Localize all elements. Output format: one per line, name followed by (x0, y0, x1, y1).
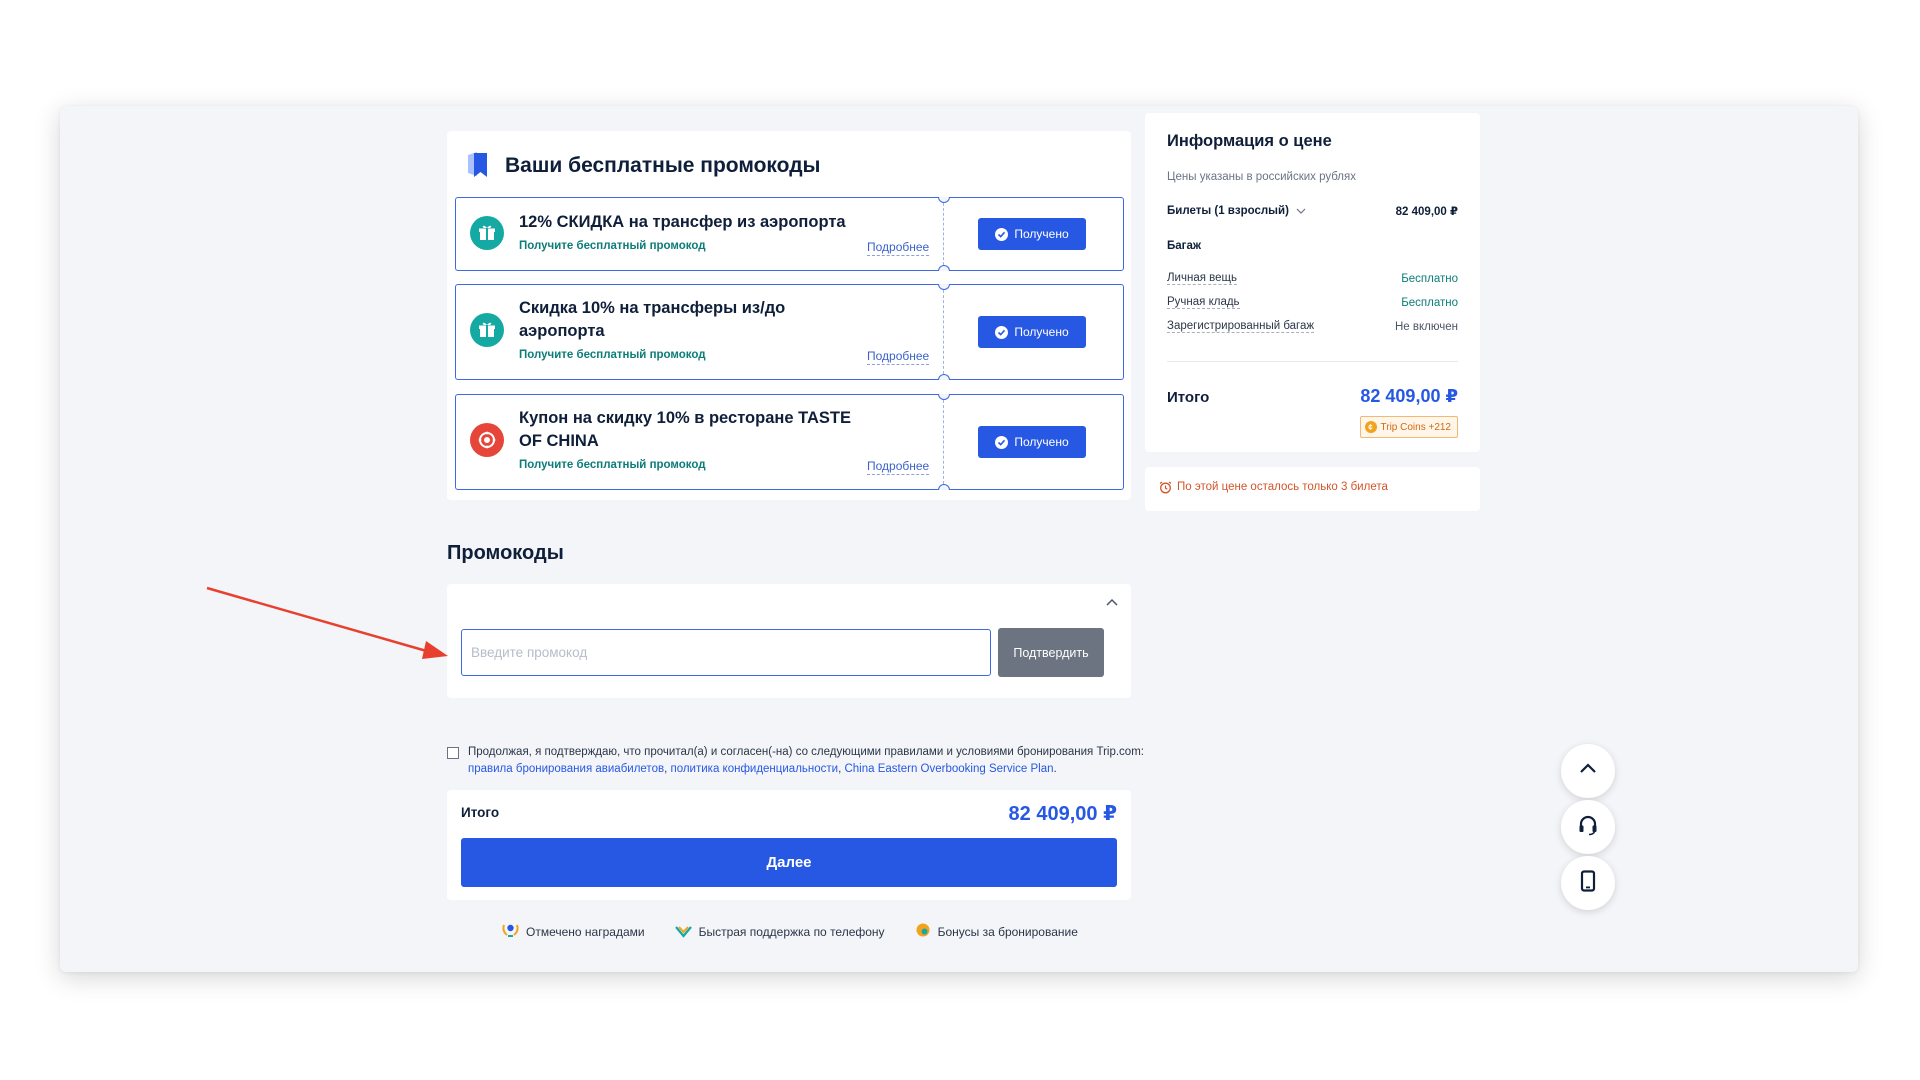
coupon-card: 12% СКИДКА на трансфер из аэропорта Полу… (455, 197, 1124, 271)
coin-icon: ¢ (1364, 421, 1377, 433)
coupon-notch (938, 374, 950, 380)
coin-icon (915, 922, 931, 941)
badge-label: Отмечено наградами (526, 924, 645, 939)
baggage-label[interactable]: Зарегистрированный багаж (1167, 320, 1315, 333)
terms-agreement: Продолжая, я подтверждаю, что прочитал(а… (447, 744, 1147, 778)
headset-icon (1576, 813, 1600, 842)
coupon-notch (938, 284, 950, 290)
tickets-value: 82 409,00 ₽ (1395, 206, 1458, 218)
coupon-title: 12% СКИДКА на трансфер из аэропорта (519, 213, 846, 231)
customer-support-button[interactable] (1561, 800, 1615, 854)
coupon-notch (938, 265, 950, 271)
coupon-received-button[interactable]: Получено (978, 218, 1086, 250)
restaurant-icon (470, 423, 504, 457)
coupon-more-link[interactable]: Подробнее (867, 349, 930, 365)
coupon-notch (938, 394, 950, 400)
heart-check-icon (674, 923, 692, 941)
promo-title-row: Ваши бесплатные промокоды (465, 150, 820, 182)
privacy-policy-link[interactable]: политика конфиденциальности (670, 763, 838, 775)
total-value: 82 409,00 ₽ (1008, 803, 1117, 825)
coupon-received-label: Получено (1014, 435, 1069, 449)
price-currency-note: Цены указаны в российских рублях (1167, 171, 1356, 183)
check-icon (995, 227, 1009, 241)
divider (1167, 361, 1458, 362)
baggage-label[interactable]: Ручная кладь (1167, 296, 1240, 309)
tickets-row[interactable]: Билеты (1 взрослый) 82 409,00 ₽ (1167, 204, 1458, 218)
badge-award: Отмечено наградами (502, 922, 645, 941)
tickets-toggle[interactable]: Билеты (1 взрослый) (1167, 205, 1306, 217)
coupon-subtitle: Получите бесплатный промокод (519, 240, 706, 252)
coupon-received-button[interactable]: Получено (978, 316, 1086, 348)
mobile-phone-icon (1578, 869, 1598, 897)
price-total-value: 82 409,00 ₽ (1360, 386, 1458, 406)
baggage-label[interactable]: Личная вещь (1167, 272, 1237, 285)
promo-input-card: Подтвердить (447, 584, 1131, 698)
baggage-value: Бесплатно (1401, 272, 1458, 285)
baggage-title: Багаж (1167, 240, 1458, 252)
mobile-app-button[interactable] (1561, 856, 1615, 910)
coupon-divider (943, 395, 944, 489)
baggage-title-label: Багаж (1167, 240, 1202, 252)
coupon-title: Купон на скидку 10% в ресторане TASTE OF… (519, 409, 851, 450)
promo-codes-title: Промокоды (447, 542, 564, 564)
trip-coins-label: Trip Coins +212 (1380, 421, 1452, 433)
trip-coins-badge: ¢ Trip Coins +212 (1359, 416, 1458, 438)
booking-window: Ваши бесплатные промокоды 12% СКИДКА на … (60, 106, 1858, 972)
confirm-promo-button[interactable]: Подтвердить (998, 628, 1104, 677)
low-availability-notice: По этой цене осталось только 3 билета (1145, 467, 1480, 511)
baggage-row: Личная вещь Бесплатно (1167, 272, 1458, 285)
baggage-row: Ручная кладь Бесплатно (1167, 296, 1458, 309)
baggage-value: Бесплатно (1401, 296, 1458, 309)
promo-code-input[interactable] (461, 629, 991, 676)
coupon-card: Скидка 10% на трансферы из/до аэропорта … (455, 284, 1124, 380)
chevron-down-icon (1296, 205, 1306, 217)
price-info-title: Информация о цене (1167, 132, 1332, 150)
tickets-label: Билеты (1 взрослый) (1167, 205, 1289, 217)
badge-bonus: Бонусы за бронирование (915, 922, 1078, 941)
award-icon (502, 922, 519, 941)
terms-checkbox[interactable] (447, 747, 459, 759)
chevron-up-icon[interactable] (1103, 594, 1121, 612)
booking-rules-link[interactable]: правила бронирования авиабилетов (468, 763, 664, 775)
coupon-subtitle: Получите бесплатный промокод (519, 459, 706, 471)
badge-label: Быстрая поддержка по телефону (698, 924, 885, 939)
gift-icon (470, 313, 504, 347)
gift-icon (470, 216, 504, 250)
terms-text: Продолжая, я подтверждаю, что прочитал(а… (468, 746, 1144, 758)
coupon-notch (938, 484, 950, 490)
coupon-more-link[interactable]: Подробнее (867, 240, 930, 256)
price-info-card: Информация о цене Цены указаны в российс… (1145, 113, 1480, 452)
low-availability-text: По этой цене осталось только 3 билета (1177, 481, 1388, 493)
baggage-value: Не включен (1395, 320, 1458, 333)
terms-end: . (1053, 763, 1057, 775)
badge-label: Бонусы за бронирование (937, 924, 1078, 939)
price-total-label: Итого (1167, 389, 1210, 406)
total-label: Итого (461, 805, 500, 820)
coupon-notch (938, 197, 950, 203)
trust-badges: Отмечено наградами Быстрая поддержка по … (502, 922, 1078, 941)
free-promo-title: Ваши бесплатные промокоды (505, 154, 821, 177)
free-promo-codes-card: Ваши бесплатные промокоды 12% СКИДКА на … (447, 131, 1131, 500)
next-button[interactable]: Далее (461, 838, 1117, 887)
badge-support: Быстрая поддержка по телефону (674, 922, 885, 941)
coupon-received-button[interactable]: Получено (978, 426, 1086, 458)
check-icon (995, 435, 1009, 449)
coupon-received-label: Получено (1014, 325, 1069, 339)
coupon-divider (943, 198, 944, 270)
coupon-card: Купон на скидку 10% в ресторане TASTE OF… (455, 394, 1124, 490)
ticket-icon (465, 149, 493, 184)
chevron-up-icon (1577, 758, 1599, 785)
coupon-subtitle: Получите бесплатный промокод (519, 349, 706, 361)
coupon-more-link[interactable]: Подробнее (867, 459, 930, 475)
total-card: Итого 82 409,00 ₽ Далее (447, 790, 1131, 900)
terms-text-block: Продолжая, я подтверждаю, что прочитал(а… (468, 744, 1147, 778)
overbooking-plan-link[interactable]: China Eastern Overbooking Service Plan (844, 763, 1053, 775)
coupon-received-label: Получено (1014, 227, 1069, 241)
coupon-title: Скидка 10% на трансферы из/до аэропорта (519, 299, 786, 340)
check-icon (995, 325, 1009, 339)
scroll-to-top-button[interactable] (1561, 744, 1615, 798)
alarm-clock-icon (1159, 481, 1172, 499)
coupon-divider (943, 285, 944, 379)
baggage-row: Зарегистрированный багаж Не включен (1167, 320, 1458, 333)
